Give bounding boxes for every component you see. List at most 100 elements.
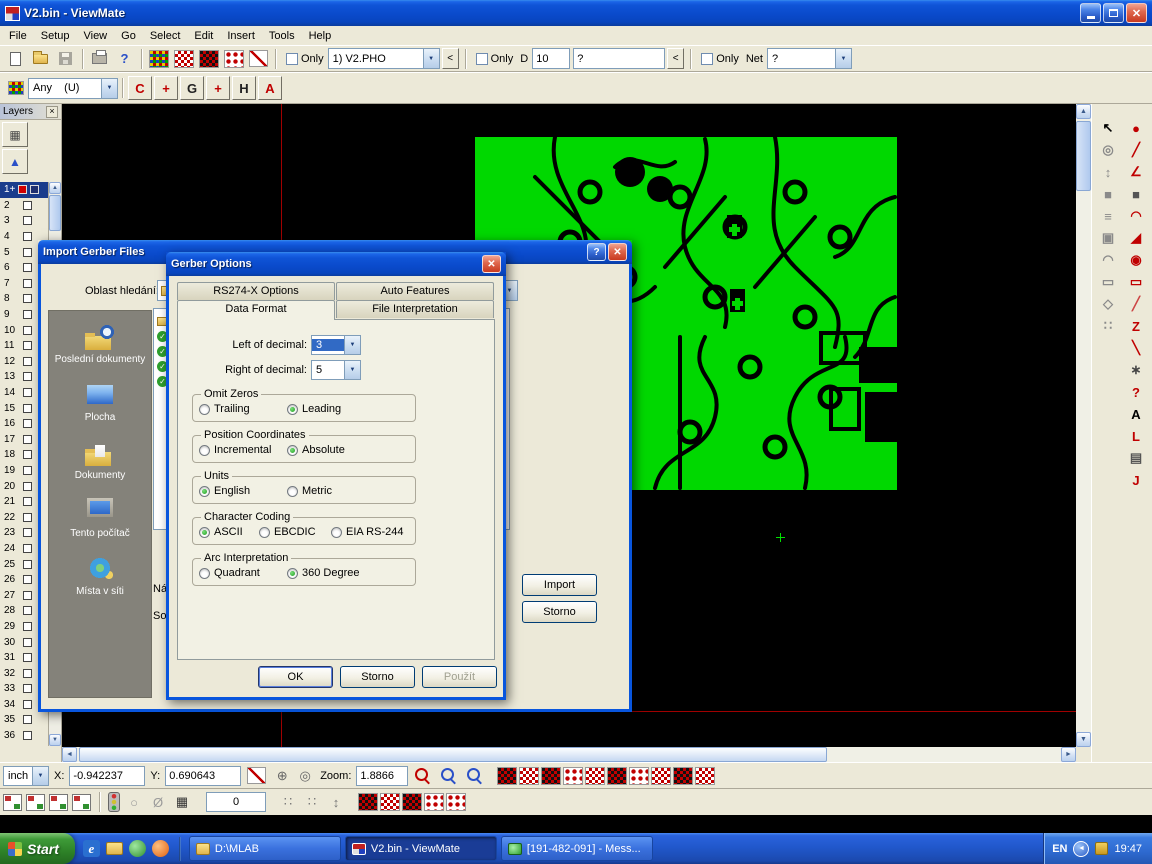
layer-visibility-box[interactable] (23, 201, 32, 210)
layer-visibility-box[interactable] (23, 544, 32, 553)
zoom-redraw-icon[interactable] (413, 766, 432, 785)
fill-pattern-icon[interactable] (446, 793, 466, 811)
zoom-in-icon[interactable] (439, 766, 458, 785)
draw-corner-icon[interactable]: ∠ (1124, 162, 1148, 182)
canvas-vertical-scrollbar[interactable]: ▲ ▼ (1076, 104, 1091, 747)
layer-row[interactable]: 2 (0, 198, 49, 214)
radio-eia-rs244[interactable]: EIA RS-244 (331, 526, 403, 538)
length-tool-icon[interactable]: L (1124, 426, 1148, 446)
dialog-close-button[interactable]: ✕ (608, 243, 627, 261)
hatch-lines-icon[interactable]: ≡ (1096, 206, 1120, 226)
measure-line-icon[interactable] (245, 764, 268, 787)
dcode-pattern-icon[interactable] (585, 767, 605, 785)
swap-updown-icon[interactable]: ↕ (1096, 162, 1120, 182)
draw-zigzag-icon[interactable]: Z (1124, 316, 1148, 336)
new-file-icon[interactable] (4, 47, 27, 70)
any-filter-combo-arrow[interactable]: ▼ (101, 79, 117, 98)
open-file-icon[interactable] (29, 47, 52, 70)
layer-combo[interactable]: 1) V2.PHO ▼ (328, 48, 440, 69)
cancel-button[interactable]: Storno (340, 666, 415, 688)
draw-line-icon[interactable]: ╱ (1124, 140, 1148, 160)
flash-point-icon[interactable]: ● (1124, 118, 1148, 138)
radio-ascii[interactable]: ASCII (199, 526, 259, 538)
step-arrows-icon[interactable]: ↕ (326, 792, 346, 812)
dcode-pattern-icon[interactable] (651, 767, 671, 785)
left-of-decimal-combo[interactable]: 3 ▼ (311, 335, 361, 355)
layers-panel-header[interactable]: Layers × (0, 104, 61, 120)
menu-item[interactable]: Insert (220, 28, 262, 44)
import-cancel-button[interactable]: Storno (522, 601, 597, 623)
origin-target-icon[interactable]: ⊕ (272, 766, 292, 786)
mirror-shape-icon[interactable]: ▣ (1096, 228, 1120, 248)
window-titlebar[interactable]: V2.bin - ViewMate ✕ (0, 0, 1152, 26)
grid-value-field[interactable]: 0 (206, 792, 266, 812)
ok-button[interactable]: OK (258, 666, 333, 688)
query-item-icon[interactable]: ? (1124, 382, 1148, 402)
center-view-icon[interactable]: ◎ (295, 766, 315, 786)
dcode-pattern-icon[interactable] (519, 767, 539, 785)
burst-icon[interactable]: ∗ (1124, 360, 1148, 380)
layer-row-active[interactable]: 1+ (0, 182, 49, 198)
layers-scroll-thumb[interactable] (49, 195, 61, 231)
place-item[interactable]: Plocha (52, 381, 148, 424)
layer-visibility-box[interactable] (23, 560, 32, 569)
dcode-pattern-icon[interactable] (673, 767, 693, 785)
layer-visibility-box[interactable] (23, 310, 32, 319)
menu-item[interactable]: View (76, 28, 114, 44)
diameter-aperture-icon[interactable]: Ø (148, 792, 168, 812)
tab-file-interpretation[interactable]: File Interpretation (336, 300, 494, 318)
only-net-checkbox[interactable] (701, 53, 713, 65)
layer-visibility-box[interactable] (23, 404, 32, 413)
zoom-field[interactable]: 1.8866 (356, 766, 408, 786)
layer-visibility-box[interactable] (23, 606, 32, 615)
filled-square-icon[interactable]: ■ (1096, 184, 1120, 204)
film-box-toggle-icon[interactable] (222, 47, 245, 70)
highlight-h-icon[interactable]: H (232, 76, 256, 100)
taskbar-task-button[interactable]: D:\MLAB (189, 836, 341, 861)
dcode-list-icon[interactable] (197, 47, 220, 70)
layer-visibility-box[interactable] (23, 700, 32, 709)
zoom-window-icon[interactable] (465, 766, 484, 785)
edit-segment-icon[interactable]: ╲ (1124, 338, 1148, 358)
dcode-pattern-icon[interactable] (497, 767, 517, 785)
y-coordinate-field[interactable]: 0.690643 (165, 766, 241, 786)
layer-row[interactable]: 3 (0, 213, 49, 229)
layer-visibility-box[interactable] (23, 684, 32, 693)
scroll-up-icon[interactable]: ▲ (1076, 104, 1091, 119)
dcode-value-field[interactable]: 10 (532, 48, 570, 69)
layer-color-chip2[interactable] (30, 185, 39, 194)
radio-absolute[interactable]: Absolute (287, 444, 345, 456)
layer-visibility-box[interactable] (23, 388, 32, 397)
right-of-decimal-combo[interactable]: 5 ▼ (311, 360, 361, 380)
menu-item[interactable]: Tools (262, 28, 302, 44)
draw-slant-icon[interactable]: ╱ (1124, 294, 1148, 314)
layer-visibility-box[interactable] (23, 466, 32, 475)
dcode-pattern-icon[interactable] (607, 767, 627, 785)
layer-table-button[interactable]: ▦ (2, 122, 28, 147)
menu-item[interactable]: Help (302, 28, 339, 44)
draw-pad-icon[interactable]: ■ (1124, 184, 1148, 204)
layer-visibility-box[interactable] (23, 482, 32, 491)
radio-english[interactable]: English (199, 485, 287, 497)
layer-visibility-box[interactable] (23, 715, 32, 724)
hook-tool-icon[interactable]: J (1124, 470, 1148, 490)
layer-visibility-box[interactable] (23, 216, 32, 225)
layer-visibility-box[interactable] (23, 263, 32, 272)
layer-visibility-box[interactable] (23, 248, 32, 257)
draw-rectangle-icon[interactable]: ▭ (1124, 272, 1148, 292)
step-repeat-icon[interactable]: ∷ (1096, 316, 1120, 336)
dialog-help-button[interactable]: ? (587, 243, 606, 261)
fill-pattern-icon[interactable] (424, 793, 444, 811)
layer-row[interactable]: 36 (0, 728, 49, 744)
layer-visibility-box[interactable] (23, 731, 32, 740)
import-button[interactable]: Import (522, 574, 597, 596)
fill-pattern-icon[interactable] (402, 793, 422, 811)
radio-metric[interactable]: Metric (287, 485, 332, 497)
fill-pattern-icon[interactable] (380, 793, 400, 811)
place-item[interactable]: Místa v síti (52, 555, 148, 598)
language-indicator[interactable]: EN (1052, 843, 1067, 855)
draw-arc-icon[interactable]: ◠ (1124, 206, 1148, 226)
layer-colors-icon[interactable] (147, 47, 170, 70)
layer-visibility-box[interactable] (23, 294, 32, 303)
tray-app-icon[interactable] (1095, 842, 1108, 855)
